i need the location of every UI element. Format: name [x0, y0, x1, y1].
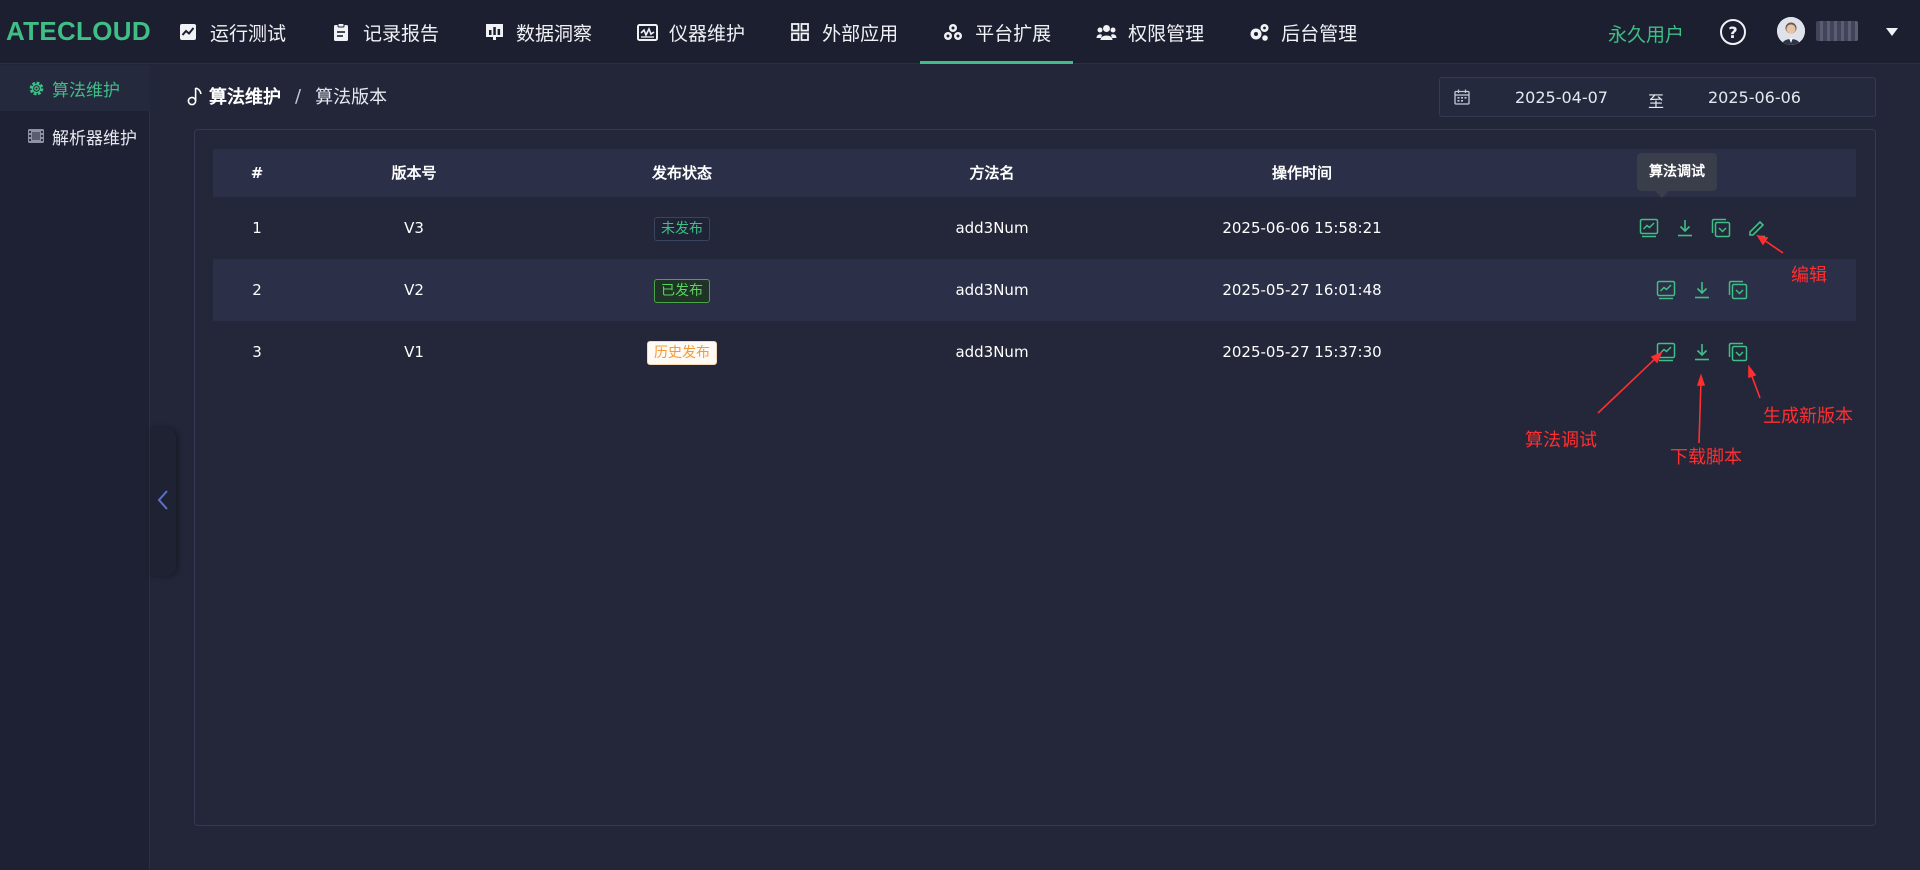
cell-status: 未发布: [527, 197, 837, 259]
column-header-index: #: [250, 164, 264, 182]
cell-time: 2025-05-27 16:01:48: [1222, 281, 1382, 299]
music-note-icon: [187, 86, 203, 106]
oscilloscope-icon: [636, 21, 658, 43]
sidebar-item-label: 算法维护: [52, 80, 120, 101]
grid-apps-icon: [789, 21, 811, 43]
app-logo: ATECLOUD: [6, 16, 151, 46]
row-actions: [1654, 278, 1750, 302]
nav-label: 外部应用: [822, 22, 899, 45]
download-icon[interactable]: [1690, 340, 1714, 364]
annotation-edit: 编辑: [1791, 265, 1827, 286]
status-badge: 历史发布: [647, 340, 717, 365]
row-actions: [1654, 340, 1750, 364]
sidebar-collapse-toggle[interactable]: [150, 428, 176, 576]
table-row: 3 V1 历史发布 add3Num 2025-05-27 15:37:30: [213, 321, 1856, 383]
username-redacted: [1816, 21, 1858, 41]
avatar[interactable]: [1777, 17, 1805, 45]
nav-item-external-apps[interactable]: 外部应用: [767, 0, 920, 64]
users-icon: [1095, 21, 1117, 43]
gears-icon: [1248, 21, 1270, 43]
edit-icon[interactable]: [1745, 216, 1769, 240]
film-icon: [26, 126, 46, 146]
nav-item-permissions[interactable]: 权限管理: [1073, 0, 1226, 64]
user-license-type[interactable]: 永久用户: [1608, 20, 1684, 47]
algorithm-debug-icon[interactable]: [1654, 340, 1678, 364]
gear-icon: [26, 78, 46, 98]
new-version-icon[interactable]: [1726, 340, 1750, 364]
main-nav: 运行测试 记录报告 数据洞察 仪器维护 外部应用 平台扩展 权限管理 后台管理: [155, 0, 1379, 64]
cell-method: add3Num: [955, 219, 1029, 237]
cell-method: add3Num: [955, 281, 1029, 299]
nav-label: 数据洞察: [516, 22, 593, 45]
column-header-time: 操作时间: [1271, 164, 1332, 182]
new-version-icon[interactable]: [1709, 216, 1733, 240]
table-row: 1 V3 未发布 add3Num 2025-06-06 15:58:21: [213, 197, 1856, 259]
annotation-new-version: 生成新版本: [1763, 406, 1853, 427]
annotation-algorithm-debug: 算法调试: [1525, 430, 1597, 451]
sidebar-item-parser-maintenance[interactable]: 解析器维护: [0, 113, 150, 159]
download-icon[interactable]: [1690, 278, 1714, 302]
cell-status: 已发布: [527, 259, 837, 321]
tooltip-algorithm-debug: 算法调试: [1637, 153, 1717, 198]
bar-chart-icon: [483, 21, 505, 43]
column-header-version: 版本号: [391, 164, 437, 182]
nav-label: 仪器维护: [669, 22, 746, 45]
cell-index: 3: [252, 343, 262, 361]
nav-label: 权限管理: [1128, 22, 1205, 45]
algorithm-debug-icon[interactable]: [1637, 216, 1661, 240]
nav-item-reports[interactable]: 记录报告: [308, 0, 461, 64]
top-nav-bar: ATECLOUD 运行测试 记录报告 数据洞察 仪器维护 外部应用 平台扩展 权…: [0, 0, 1920, 64]
nav-item-platform-extension[interactable]: 平台扩展: [920, 0, 1074, 64]
table-header: # 版本号 发布状态 方法名 操作时间 操作: [213, 149, 1856, 197]
nav-label: 平台扩展: [975, 22, 1052, 45]
cell-version: V1: [404, 343, 424, 361]
column-header-method: 方法名: [969, 164, 1015, 182]
nav-item-run-test[interactable]: 运行测试: [155, 0, 308, 64]
status-badge: 未发布: [654, 216, 710, 241]
nav-label: 运行测试: [210, 22, 287, 45]
start-date-input[interactable]: 2025-04-07: [1515, 88, 1608, 107]
nav-label: 记录报告: [363, 22, 440, 45]
sidebar: 算法维护 解析器维护: [0, 65, 150, 870]
download-icon[interactable]: [1673, 216, 1697, 240]
cell-version: V3: [404, 219, 424, 237]
nav-label: 后台管理: [1281, 22, 1358, 45]
cell-time: 2025-05-27 15:37:30: [1222, 343, 1382, 361]
algorithm-debug-icon[interactable]: [1654, 278, 1678, 302]
date-range-picker[interactable]: 2025-04-07 至 2025-06-06: [1439, 77, 1876, 117]
cell-method: add3Num: [955, 343, 1029, 361]
date-range-separator: 至: [1648, 92, 1665, 111]
breadcrumb-separator: /: [295, 85, 302, 107]
status-badge: 已发布: [654, 278, 710, 303]
sidebar-item-algorithm-maintenance[interactable]: 算法维护: [0, 65, 150, 111]
help-icon[interactable]: ?: [1720, 19, 1746, 45]
annotation-download-script: 下载脚本: [1670, 447, 1742, 468]
cell-index: 2: [252, 281, 262, 299]
breadcrumb-current: 算法版本: [315, 87, 388, 108]
end-date-input[interactable]: 2025-06-06: [1708, 88, 1801, 107]
chart-line-icon: [177, 21, 199, 43]
nav-item-instruments[interactable]: 仪器维护: [614, 0, 767, 64]
cell-time: 2025-06-06 15:58:21: [1222, 219, 1382, 237]
cell-status: 历史发布: [527, 321, 837, 383]
nav-item-admin[interactable]: 后台管理: [1226, 0, 1379, 64]
user-menu-caret-icon[interactable]: [1886, 28, 1898, 36]
molecule-icon: [942, 21, 964, 43]
sidebar-item-label: 解析器维护: [52, 128, 137, 149]
chevron-left-icon: [157, 489, 169, 515]
clipboard-icon: [330, 21, 352, 43]
breadcrumb: 算法维护 / 算法版本: [187, 83, 387, 109]
new-version-icon[interactable]: [1726, 278, 1750, 302]
cell-version: V2: [404, 281, 424, 299]
table-row: 2 V2 已发布 add3Num 2025-05-27 16:01:48: [213, 259, 1856, 321]
row-actions: [1637, 216, 1769, 240]
breadcrumb-root[interactable]: 算法维护: [209, 83, 281, 109]
column-header-status: 发布状态: [651, 164, 712, 182]
nav-item-insights[interactable]: 数据洞察: [461, 0, 614, 64]
cell-index: 1: [252, 219, 262, 237]
calendar-icon: [1454, 89, 1470, 109]
